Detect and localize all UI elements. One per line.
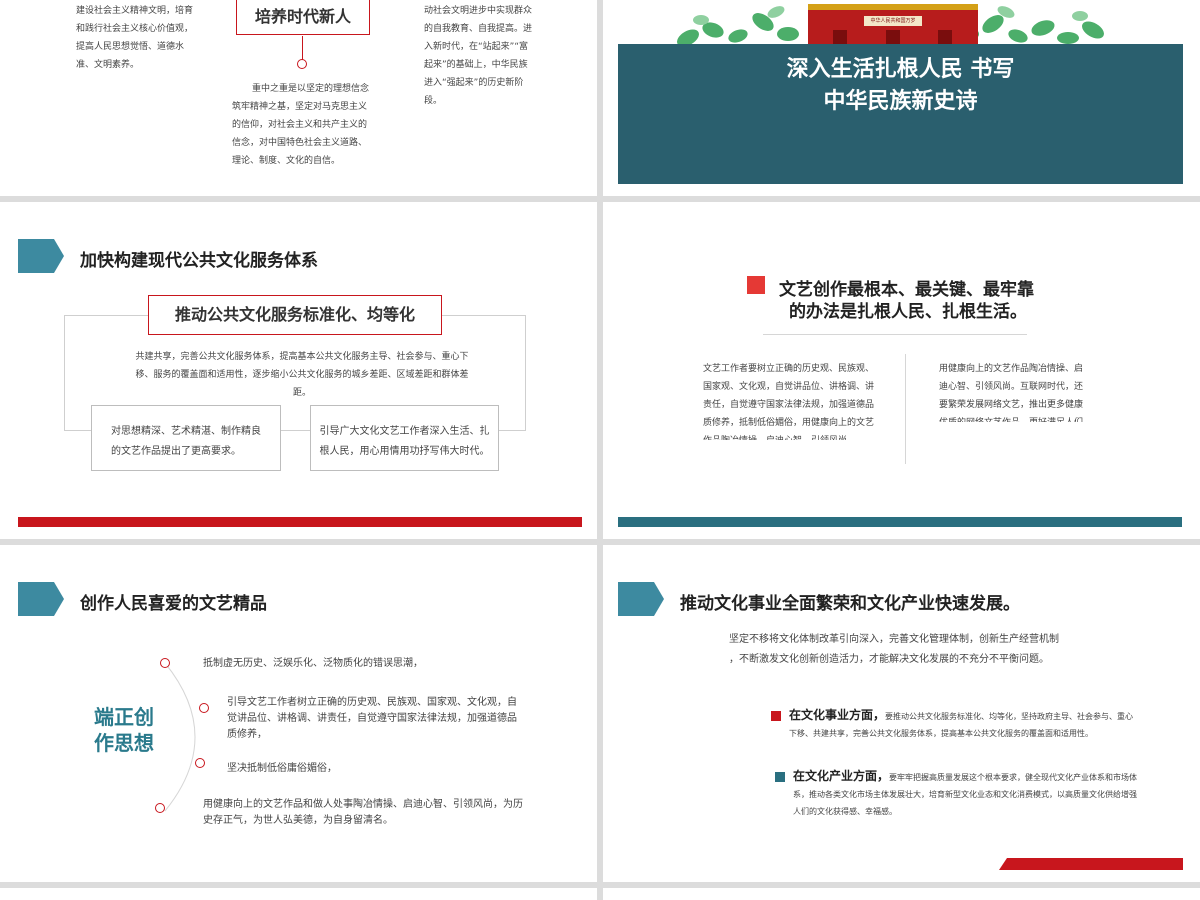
right-card: 引导广大文化文艺工作者深入生活、扎根人民，用心用情用功抒写伟大时代。: [310, 405, 499, 471]
banner-panel: 深入生活扎根人民 书写 中华民族新史诗: [618, 44, 1183, 184]
section-heading: 创作人民喜爱的文艺精品: [80, 594, 267, 614]
slide-cultivate-new-people[interactable]: 建设社会主义精神文明，培育和践行社会主义核心价值观，提高人民思想觉悟、道德水准、…: [0, 0, 597, 196]
slide-banner[interactable]: 中华人民共和国万岁 深入生活扎根人民 书写 中华民族新史诗: [603, 0, 1200, 196]
list-item: 抵制虚无历史、泛娱乐化、泛物质化的错误思潮，: [203, 658, 423, 669]
timeline-dot-4: [155, 803, 165, 813]
slide-next-right-edge[interactable]: [603, 888, 1200, 900]
subsection-title: 推动公共文化服务标准化、均等化: [174, 305, 415, 324]
frame-top-left: [64, 315, 148, 316]
timeline-dot-1: [160, 658, 170, 668]
slide-next-left-edge[interactable]: [0, 888, 597, 900]
main-paragraph: 共建共享，完善公共文化服务体系，提高基本公共文化服务主导、社会参与、重心下移、服…: [135, 352, 469, 398]
point1-title: 在文化事业方面，: [789, 708, 886, 722]
side-title-line2: 作思想: [94, 731, 154, 755]
point1-block: 在文化事业方面，要推动公共文化服务标准化、均等化，坚持政府主导、社会参与、重心下…: [789, 707, 1139, 742]
list-item: 用健康向上的文艺作品和做人处事陶冶情操、启迪心智、引领风尚，为历史存正气，为世人…: [203, 799, 523, 826]
slide-public-culture-service[interactable]: 加快构建现代公共文化服务体系 推动公共文化服务标准化、均等化 共建共享，完善公共…: [0, 202, 597, 539]
side-title-line1: 端正创: [94, 705, 154, 729]
timeline-dot-2: [199, 703, 209, 713]
bottom-red-bar: [18, 517, 582, 527]
center-paragraph: 重中之重是以坚定的理想信念筑牢精神之基，坚定对马克思主义的信仰，对社会主义和共产…: [232, 84, 370, 166]
banner-title-line2: 中华民族新史诗: [823, 89, 978, 114]
list-item: 引导文艺工作者树立正确的历史观、民族观、国家观、文化观，自觉讲品位、讲格调、讲责…: [227, 697, 517, 740]
timeline-arc: [164, 662, 196, 812]
left-card-text: 对思想精深、艺术精湛、制作精良的文艺作品提出了更高要求。: [111, 426, 261, 457]
intro-line-2: ，不断激发文化创新创造活力，才能解决文化发展的不充分不平衡问题。: [729, 654, 1049, 665]
right-column-text: 用健康向上的文艺作品陶冶情操、启迪心智、引领风尚。互联网时代，还要繁荣发展网络文…: [939, 364, 1084, 422]
slide-culture-industry[interactable]: 推动文化事业全面繁荣和文化产业快速发展。 坚定不移将文化体制改革引向深入，完善文…: [603, 545, 1200, 882]
gate-sign: 中华人民共和国万岁: [870, 18, 916, 24]
point2-title: 在文化产业方面，: [793, 769, 890, 783]
divider-horizontal: [763, 334, 1027, 335]
left-card: 对思想精深、艺术精湛、制作精良的文艺作品提出了更高要求。: [91, 405, 281, 471]
list-item: 坚决抵制低俗庸俗媚俗，: [227, 763, 337, 774]
section-heading: 推动文化事业全面繁荣和文化产业快速发展。: [680, 594, 1020, 614]
left-paragraph: 建设社会主义精神文明，培育和践行社会主义核心价值观，提高人民思想觉悟、道德水准、…: [76, 6, 194, 70]
chevron-arrow-icon: [18, 239, 64, 273]
teal-bullet-icon: [775, 772, 785, 782]
right-paragraph: 动社会文明进步中实现群众的自我教育、自我提高。进入新时代，在“站起来”“富起来”…: [424, 6, 533, 106]
connector-line: [302, 36, 303, 60]
red-bullet-icon: [771, 711, 781, 721]
point2-block: 在文化产业方面，要牢牢把握高质量发展这个根本要求，健全现代文化产业体系和市场体系…: [793, 768, 1139, 820]
red-square-icon: [747, 276, 765, 294]
banner-title-line1: 深入生活扎根人民 书写: [786, 57, 1015, 82]
slide-create-fine-works[interactable]: 创作人民喜爱的文艺精品 端正创 作思想 抵制虚无历史、泛娱乐化、泛物质化的错误思…: [0, 545, 597, 882]
bottom-red-slant-bar: [999, 858, 1183, 870]
chevron-arrow-icon: [618, 582, 664, 616]
quote-title-line2: 的办法是扎根人民、扎根生活。: [789, 302, 1027, 322]
subsection-title-box: 推动公共文化服务标准化、均等化: [148, 295, 442, 335]
section-title: 培养时代新人: [254, 7, 351, 26]
slide-root-in-people[interactable]: 文艺创作最根本、最关键、最牢靠 的办法是扎根人民、扎根生活。 文艺工作者要树立正…: [603, 202, 1200, 539]
bottom-teal-bar: [618, 517, 1182, 527]
intro-line-1: 坚定不移将文化体制改革引向深入，完善文化管理体制，创新生产经营机制: [729, 634, 1059, 645]
right-card-text: 引导广大文化文艺工作者深入生活、扎根人民，用心用情用功抒写伟大时代。: [319, 426, 490, 457]
timeline-dot-3: [195, 758, 205, 768]
section-title-box: 培养时代新人: [236, 0, 370, 35]
frame-top-right: [441, 315, 525, 316]
section-heading: 加快构建现代公共文化服务体系: [80, 251, 318, 271]
connector-dot: [297, 59, 307, 69]
left-column-text: 文艺工作者要树立正确的历史观、民族观、国家观、文化观，自觉讲品位、讲格调、讲责任…: [703, 364, 875, 440]
divider-vertical: [905, 354, 906, 464]
chevron-arrow-icon: [18, 582, 64, 616]
